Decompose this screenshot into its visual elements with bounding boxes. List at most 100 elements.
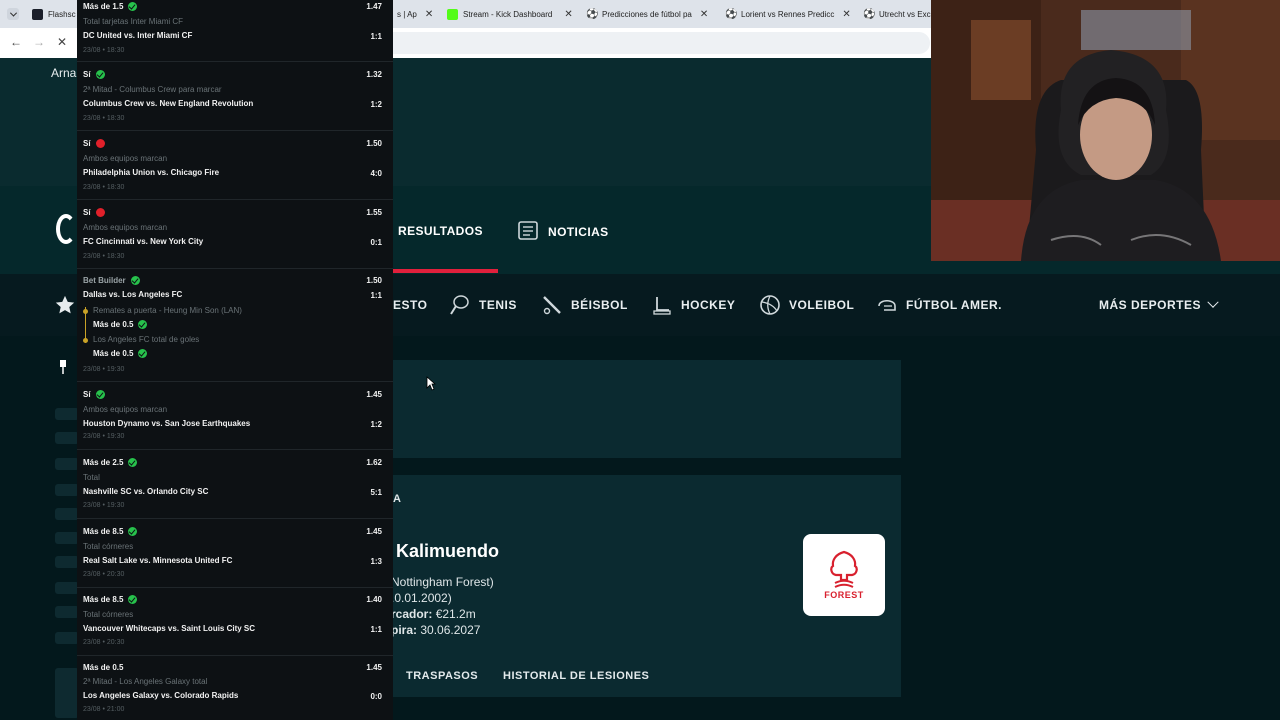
bet-title: Bet Builder xyxy=(83,276,140,285)
player-club: Nottingham Forest) xyxy=(391,575,494,589)
sidebar-item[interactable] xyxy=(55,432,79,444)
news-icon xyxy=(518,221,538,243)
bet-date: 23/08 • 18:30 xyxy=(83,184,125,191)
bet-date: 23/08 • 18:30 xyxy=(83,253,125,260)
ad-banner xyxy=(393,360,901,458)
bet-match: DC United vs. Inter Miami CF xyxy=(83,31,193,40)
sidebar-item[interactable] xyxy=(55,606,79,618)
sport-american-football[interactable]: FÚTBOL AMER. xyxy=(876,294,1002,316)
sidebar-item[interactable] xyxy=(55,458,79,470)
bet-date: 23/08 • 20:30 xyxy=(83,639,125,646)
bet-match: Houston Dynamo vs. San Jose Earthquakes xyxy=(83,419,251,428)
club-badge[interactable]: FOREST xyxy=(803,534,885,616)
bet-leg-market: Los Angeles FC total de goles xyxy=(93,335,200,344)
tree-icon xyxy=(830,550,858,588)
tab-results[interactable]: RESULTADOS xyxy=(398,224,483,238)
sidebar-item[interactable] xyxy=(55,556,79,568)
webcam-overlay xyxy=(931,0,1280,261)
tab-search-button[interactable] xyxy=(7,8,19,20)
club-badge-text: FOREST xyxy=(824,590,864,600)
won-check-icon xyxy=(128,2,138,11)
browser-tab[interactable]: ⚽ Predicciones de fútbol pa ✕ xyxy=(586,5,714,23)
bet-title: Más de 1.5 xyxy=(83,2,138,11)
mouse-cursor-icon xyxy=(426,376,437,396)
bet-match: Nashville SC vs. Orlando City SC xyxy=(83,487,209,496)
close-icon[interactable]: ✕ xyxy=(700,9,708,20)
won-check-icon xyxy=(128,595,138,604)
browser-tab[interactable]: ⚽ Lorient vs Rennes Predicc ✕ xyxy=(725,5,851,23)
bet-market: Ambos equipos marcan xyxy=(83,223,168,232)
bet-leg-pick: Más de 0.5 xyxy=(93,349,148,358)
bet-selection: Sí 1.50 Ambos equipos marcan Philadelphi… xyxy=(77,137,393,197)
match-score: 0:1 xyxy=(370,238,382,247)
sidebar-item[interactable] xyxy=(55,508,79,520)
divider xyxy=(77,449,393,450)
browser-tab[interactable]: ⚽ Utrecht vs Exce xyxy=(863,5,931,23)
bet-selection: Sí 1.32 2ª Mitad - Columbus Crew para ma… xyxy=(77,68,393,128)
sidebar-item[interactable] xyxy=(55,668,79,718)
baseball-icon xyxy=(543,296,561,315)
sport-tennis[interactable]: TENIS xyxy=(449,294,517,316)
sidebar-item[interactable] xyxy=(55,484,79,496)
bet-match: Philadelphia Union vs. Chicago Fire xyxy=(83,168,220,177)
favorites-star-icon[interactable] xyxy=(54,294,76,321)
browser-tab[interactable]: s | Ap ✕ xyxy=(397,5,437,23)
tab-news[interactable]: NOTICIAS xyxy=(518,221,609,243)
bet-odds: 1.32 xyxy=(366,70,382,79)
bet-date: 23/08 • 21:00 xyxy=(83,706,125,713)
sport-basketball[interactable]: ESTO xyxy=(393,298,427,312)
header-user[interactable]: Arna xyxy=(51,66,76,80)
predictions-site-icon: ⚽ xyxy=(725,8,738,20)
bet-title: Más de 0.5 xyxy=(83,663,124,672)
bet-match: Real Salt Lake vs. Minnesota United FC xyxy=(83,556,233,565)
sport-baseball[interactable]: BÉISBOL xyxy=(541,294,628,316)
kick-icon xyxy=(447,8,458,20)
sidebar-item[interactable] xyxy=(55,632,79,644)
chevron-down-icon xyxy=(9,9,17,17)
bet-selection: Más de 0.5 1.45 2ª Mitad - Los Angeles G… xyxy=(77,661,393,720)
divider xyxy=(77,655,393,656)
browser-tab[interactable]: Stream - Kick Dashboard ✕ xyxy=(447,5,580,23)
bet-selection: Sí 1.45 Ambos equipos marcan Houston Dyn… xyxy=(77,388,393,448)
won-check-icon xyxy=(130,276,140,285)
sidebar-item[interactable] xyxy=(55,582,79,594)
browser-tab[interactable]: Flashsco xyxy=(32,5,76,23)
bet-slip-panel: Más de 1.5 1.47 Total tarjetas Inter Mia… xyxy=(77,0,393,720)
bet-selection: Más de 2.5 1.62 Total Nashville SC vs. O… xyxy=(77,456,393,516)
tab-transfers[interactable]: TRASPASOS xyxy=(406,670,478,682)
player-contract-expiry: pira: 30.06.2027 xyxy=(391,623,481,637)
site-logo[interactable] xyxy=(56,214,76,244)
forward-arrow-icon[interactable]: → xyxy=(33,35,45,49)
bet-title: Sí xyxy=(83,139,105,148)
american-football-icon xyxy=(878,299,896,311)
back-arrow-icon[interactable]: ← xyxy=(10,35,22,49)
close-icon[interactable]: ✕ xyxy=(564,9,572,20)
bet-title: Más de 8.5 xyxy=(83,527,138,536)
divider xyxy=(77,268,393,269)
bet-match: Los Angeles Galaxy vs. Colorado Rapids xyxy=(83,691,239,700)
tab-injury-history[interactable]: HISTORIAL DE LESIONES xyxy=(503,670,649,682)
close-icon[interactable]: ✕ xyxy=(425,9,433,20)
close-icon[interactable]: ✕ xyxy=(842,9,850,20)
bet-selection: Más de 8.5 1.40 Total córneres Vancouver… xyxy=(77,593,393,653)
match-score: 1:3 xyxy=(370,557,382,566)
bet-selection: Más de 8.5 1.45 Total córneres Real Salt… xyxy=(77,525,393,585)
bet-selection: Sí 1.55 Ambos equipos marcan FC Cincinna… xyxy=(77,206,393,266)
stop-loading-icon[interactable]: ✕ xyxy=(57,35,67,49)
sidebar-item[interactable] xyxy=(55,532,79,544)
more-sports-button[interactable]: MÁS DEPORTES xyxy=(1099,296,1219,312)
builder-leg-dot xyxy=(83,338,88,343)
builder-leg-dot xyxy=(83,309,88,314)
pin-icon[interactable] xyxy=(58,360,68,379)
sidebar-item[interactable] xyxy=(55,408,79,420)
bet-leg-market: Remates a puerta - Heung Min Son (LAN) xyxy=(93,306,242,315)
hockey-icon xyxy=(653,297,671,315)
bet-odds: 1.40 xyxy=(366,595,382,604)
match-score: 0:0 xyxy=(370,692,382,701)
bet-odds: 1.55 xyxy=(366,208,382,217)
bet-title: Sí xyxy=(83,390,105,399)
tennis-icon xyxy=(450,295,469,315)
bet-market: Total córneres xyxy=(83,610,134,619)
sport-volleyball[interactable]: VOLEIBOL xyxy=(759,294,854,316)
sport-hockey[interactable]: HOCKEY xyxy=(651,294,735,316)
